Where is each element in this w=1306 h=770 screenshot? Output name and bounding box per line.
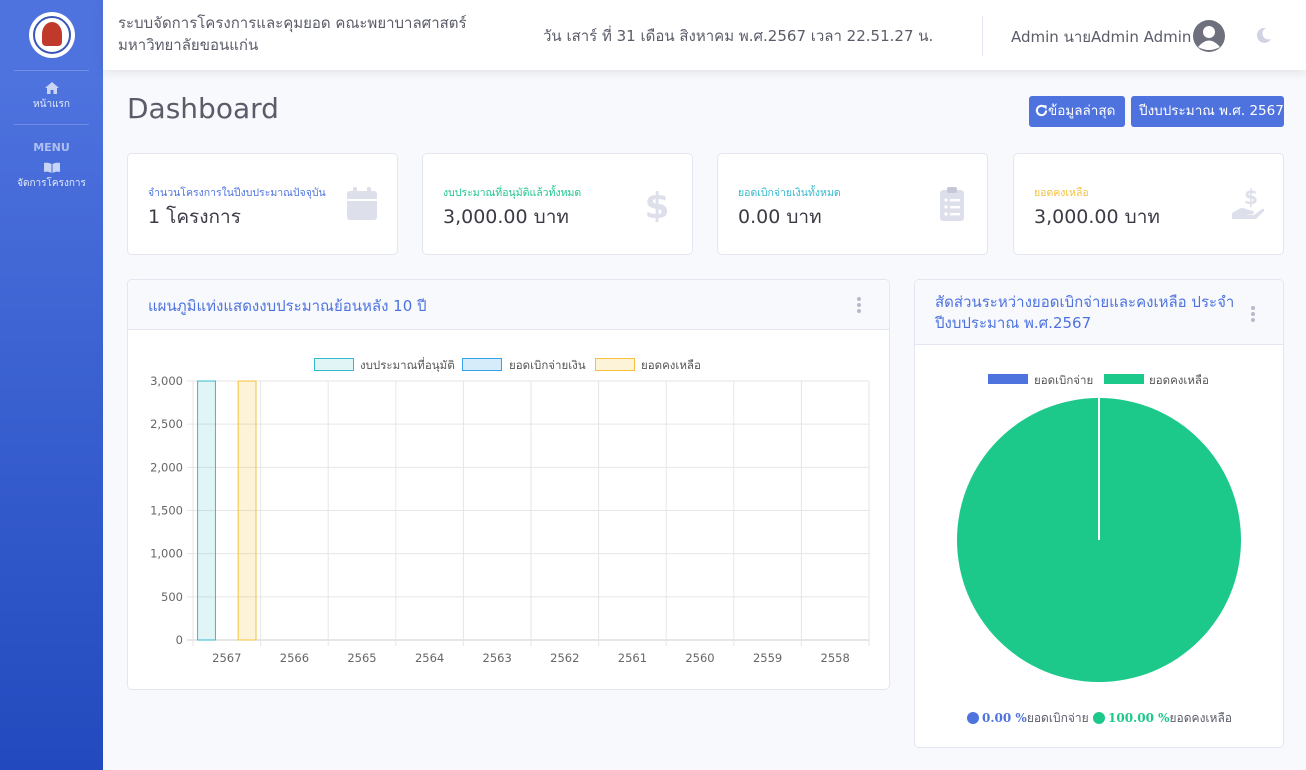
x-tick-label: 2560 [685, 651, 714, 665]
clipboard-list-icon [940, 187, 964, 221]
refresh-label: ข้อมูลล่าสุด [1048, 103, 1116, 119]
stat-card-approved-budget: งบประมาณที่อนุมัติแล้วทั้งหมด 3,000.00 บ… [422, 153, 693, 255]
dot-icon [1093, 712, 1105, 724]
sidebar: หน้าแรก MENU จัดการโครงการ [0, 0, 103, 770]
percent-value: 0.00 % [982, 711, 1027, 725]
x-tick-label: 2558 [821, 651, 850, 665]
sidebar-item-manage-projects[interactable]: จัดการโครงการ [0, 154, 103, 199]
topbar: ระบบจัดการโครงการและคุมยอด คณะพยาบาลศาสต… [103, 0, 1306, 70]
y-tick-label: 2,000 [150, 460, 183, 474]
pie-footer-disbursed: 0.00 %ยอดเบิกจ่าย [967, 709, 1089, 728]
stat-label: จำนวนโครงการในปีงบประมาณปัจจุบัน [148, 187, 326, 199]
x-tick-label: 2565 [347, 651, 376, 665]
stat-card-disbursed: ยอดเบิกจ่ายเงินทั้งหมด 0.00 บาท [717, 153, 988, 255]
dot-icon [967, 712, 979, 724]
x-tick-label: 2564 [415, 651, 444, 665]
stat-label: งบประมาณที่อนุมัติแล้วทั้งหมด [443, 187, 582, 199]
y-tick-label: 3,000 [150, 374, 183, 388]
y-tick-label: 2,500 [150, 417, 183, 431]
pie-chart [957, 398, 1241, 682]
y-tick-label: 500 [161, 590, 183, 604]
y-tick-label: 1,500 [150, 504, 183, 518]
stat-value: 3,000.00 บาท [443, 206, 569, 228]
percent-label: ยอดเบิกจ่าย [1026, 711, 1089, 725]
y-tick-label: 1,000 [150, 547, 183, 561]
bar[interactable] [197, 380, 216, 641]
sidebar-divider [14, 124, 89, 125]
dark-mode-toggle-icon[interactable] [1255, 26, 1273, 44]
x-tick-label: 2563 [483, 651, 512, 665]
percent-label: ยอดคงเหลือ [1169, 711, 1233, 725]
percent-value: 100.00 % [1108, 711, 1170, 725]
calendar-icon [347, 187, 377, 220]
x-tick-label: 2566 [280, 651, 309, 665]
x-tick-label: 2559 [753, 651, 782, 665]
hand-holding-dollar-icon: $ [1232, 186, 1265, 219]
refresh-icon [1035, 104, 1048, 117]
current-datetime: วัน เสาร์ ที่ 31 เดือน สิงหาคม พ.ศ.2567 … [543, 27, 934, 45]
stat-label: ยอดเบิกจ่ายเงินทั้งหมด [738, 187, 841, 199]
x-tick-label: 2562 [550, 651, 579, 665]
refresh-button[interactable]: ข้อมูลล่าสุด [1029, 96, 1125, 127]
stat-card-remaining: ยอดคงเหลือ 3,000.00 บาท $ [1013, 153, 1284, 255]
pie-footer-remaining: 100.00 %ยอดคงเหลือ [1093, 709, 1232, 728]
fiscal-year-button[interactable]: ปีงบประมาณ พ.ศ. 2567 [1131, 96, 1284, 127]
bar[interactable] [237, 380, 257, 641]
stat-value: 3,000.00 บาท [1034, 206, 1160, 228]
pie-chart-card: สัดส่วนระหว่างยอดเบิกจ่ายและคงเหลือ ประจ… [914, 279, 1284, 748]
bar-chart-card: แผนภูมิแท่งแสดงงบประมาณย้อนหลัง 10 ปี งบ… [127, 279, 890, 690]
home-icon [44, 82, 59, 94]
sidebar-item-label: จัดการโครงการ [17, 178, 86, 189]
stat-value: 1 โครงการ [148, 206, 241, 228]
bar-chart: 3,000 2,500 2,000 1,500 1,000 500 0 2567 2566 256… [150, 374, 870, 665]
topbar-divider [982, 16, 983, 56]
sidebar-heading: MENU [33, 141, 70, 154]
university-logo[interactable] [28, 12, 75, 58]
sidebar-item-label: หน้าแรก [33, 99, 70, 110]
user-name[interactable]: Admin นายAdmin Admin [1011, 25, 1191, 49]
svg-text:$: $ [644, 186, 669, 222]
x-tick-label: 2567 [212, 651, 241, 665]
book-open-icon [43, 162, 60, 173]
y-tick-label: 0 [176, 633, 183, 647]
user-avatar-icon[interactable] [1193, 20, 1225, 52]
stat-value: 0.00 บาท [738, 206, 822, 228]
system-title: ระบบจัดการโครงการและคุมยอด คณะพยาบาลศาสต… [118, 14, 467, 54]
svg-text:$: $ [1244, 186, 1258, 209]
page-title: Dashboard [127, 92, 279, 125]
sidebar-item-home[interactable]: หน้าแรก [0, 71, 103, 120]
dollar-icon: $ [644, 186, 669, 222]
stat-card-projects: จำนวนโครงการในปีงบประมาณปัจจุบัน 1 โครงก… [127, 153, 398, 255]
stat-label: ยอดคงเหลือ [1034, 187, 1089, 199]
x-tick-label: 2561 [618, 651, 647, 665]
